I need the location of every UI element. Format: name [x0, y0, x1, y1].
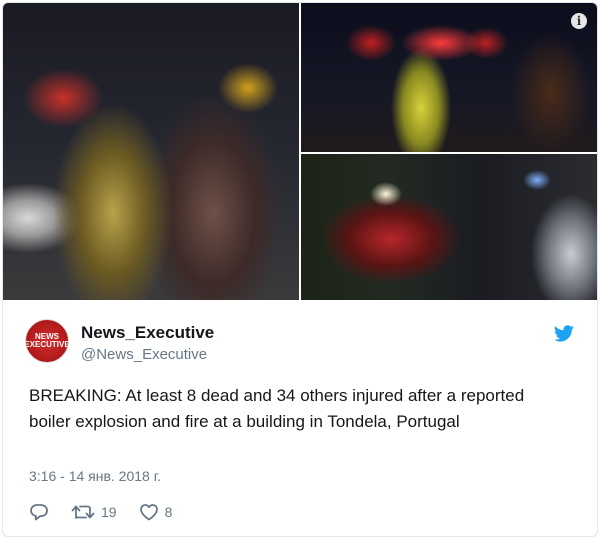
tweet-text: BREAKING: At least 8 dead and 34 others … [29, 386, 525, 431]
reply-button[interactable] [29, 503, 49, 521]
twitter-bird-icon[interactable] [554, 325, 574, 342]
author-handle[interactable]: @News_Executive [81, 346, 207, 363]
like-count: 8 [164, 504, 173, 520]
photo-top-right[interactable]: i [301, 3, 597, 152]
tweet-card: i NEWS EXECUTIVE News_Executive @News_Ex… [2, 2, 598, 537]
avatar[interactable]: NEWS EXECUTIVE [25, 319, 69, 363]
retweet-button[interactable]: 19 [71, 503, 117, 521]
retweet-icon [71, 505, 95, 519]
reply-icon [30, 504, 48, 521]
tweet-timestamp[interactable]: 3:16 - 14 янв. 2018 г. [29, 468, 161, 484]
like-button[interactable]: 8 [139, 503, 173, 521]
photo-left[interactable] [3, 3, 299, 300]
tweet-actions: 19 8 [29, 501, 194, 523]
avatar-logo-text: NEWS EXECUTIVE [25, 332, 69, 349]
info-icon[interactable]: i [571, 13, 587, 29]
retweet-count: 19 [101, 504, 117, 520]
heart-icon [139, 504, 158, 521]
author-display-name[interactable]: News_Executive [81, 323, 214, 343]
photo-bottom-right[interactable] [301, 154, 597, 300]
media-grid[interactable]: i [3, 3, 597, 300]
